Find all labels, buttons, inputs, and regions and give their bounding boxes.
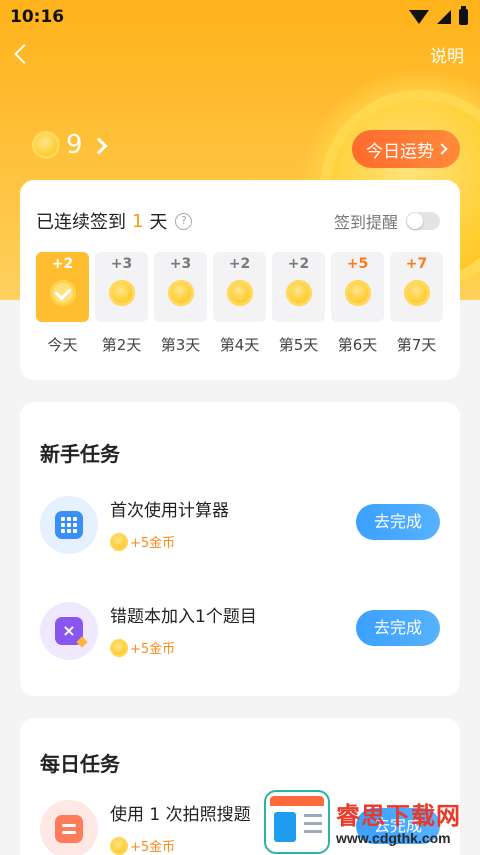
signin-day-amount: +2 xyxy=(228,256,251,272)
task-reward-text: +5金币 xyxy=(130,642,176,657)
task-reward: +5金币 xyxy=(110,532,175,551)
signin-day-box: +7 xyxy=(390,252,443,322)
signin-day: +3 第3天 xyxy=(154,252,207,355)
task-reward-text: +5金币 xyxy=(130,536,176,551)
signin-day-label: 第2天 xyxy=(101,336,142,354)
coin-icon xyxy=(110,532,128,551)
coin-balance[interactable]: 9 xyxy=(32,130,107,160)
fortune-button-label: 今日运势 xyxy=(366,141,434,162)
signin-day: +3 第2天 xyxy=(95,252,148,355)
coin-icon xyxy=(226,280,253,306)
signin-day-box: +2 xyxy=(213,252,266,322)
signin-day-box: +5 xyxy=(331,252,384,322)
coin-icon xyxy=(285,280,312,306)
signin-day-label: 第6天 xyxy=(337,336,378,354)
section-title: 新手任务 xyxy=(40,442,120,466)
coin-icon xyxy=(167,280,194,306)
newbie-tasks-card: 新手任务 首次使用计算器 +5金币 去完成 × 错题本加入1个题目 +5金币 去… xyxy=(20,402,460,696)
complete-task-button[interactable]: 去完成 xyxy=(356,504,440,540)
signin-day-box: +3 xyxy=(154,252,207,322)
signin-day: +2 今天 xyxy=(36,252,89,355)
coin-icon xyxy=(403,280,430,306)
signin-card: 已连续签到 1 天 ? 签到提醒 +2 今天 +3 第2天 +3 第3天 +2 第4天 +2 第5… xyxy=(20,180,460,380)
signin-day: +2 第4天 xyxy=(213,252,266,355)
signin-title-prefix: 已连续签到 xyxy=(36,212,126,233)
signin-days: +2 今天 +3 第2天 +3 第3天 +2 第4天 +2 第5天 +5 第6天 +7 第7天 xyxy=(20,234,460,355)
signin-day: +5 第6天 xyxy=(331,252,384,355)
signin-reminder: 签到提醒 xyxy=(334,209,440,233)
remind-label: 签到提醒 xyxy=(333,213,398,232)
nav-bar: 说明 xyxy=(0,36,480,72)
section-title: 每日任务 xyxy=(40,752,120,776)
chevron-right-icon xyxy=(93,138,107,152)
explain-button[interactable]: 说明 xyxy=(430,42,464,67)
signal-icon xyxy=(437,10,451,24)
coin-icon xyxy=(32,131,60,159)
signin-header: 已连续签到 1 天 ? 签到提醒 xyxy=(20,180,460,234)
coin-icon xyxy=(110,836,128,855)
signin-day-label: 第3天 xyxy=(160,336,201,354)
coin-icon xyxy=(110,638,128,657)
remind-toggle[interactable] xyxy=(406,212,440,230)
complete-task-button[interactable]: 去完成 xyxy=(356,610,440,646)
signin-day-label: 第7天 xyxy=(396,336,437,354)
signin-day-label: 第4天 xyxy=(219,336,260,354)
signin-day: +2 第5天 xyxy=(272,252,325,355)
task-name: 使用 1 次拍照搜题 xyxy=(110,805,251,825)
task-reward-text: +5金币 xyxy=(130,840,176,855)
signin-day-label: 今天 xyxy=(47,336,78,354)
signin-title-suffix: 天 xyxy=(149,212,168,233)
status-bar: 10:16 xyxy=(0,0,480,34)
status-time: 10:16 xyxy=(10,7,65,27)
watermark-logo xyxy=(266,792,328,852)
task-reward: +5金币 xyxy=(110,638,175,657)
signin-day-amount: +2 xyxy=(51,256,74,272)
wrong-question-book-icon: × xyxy=(40,602,98,660)
signin-day-box: +3 xyxy=(95,252,148,322)
coin-icon xyxy=(344,280,371,306)
back-icon[interactable] xyxy=(12,44,32,64)
fortune-button[interactable]: 今日运势 xyxy=(352,130,460,168)
coin-icon xyxy=(108,280,135,306)
signin-day-amount: +3 xyxy=(169,256,192,272)
task-item: 首次使用计算器 +5金币 去完成 xyxy=(20,496,460,566)
battery-icon xyxy=(459,6,468,25)
signin-day-amount: +2 xyxy=(287,256,310,272)
calculator-icon xyxy=(40,496,98,554)
chevron-right-icon xyxy=(438,144,448,154)
watermark-url: www.cdgthk.com xyxy=(336,830,451,846)
signin-day-label: 第5天 xyxy=(278,336,319,354)
coin-count: 9 xyxy=(66,130,83,160)
task-item: × 错题本加入1个题目 +5金币 去完成 xyxy=(20,602,460,672)
watermark-title: 睿思下载网 xyxy=(336,802,461,830)
photo-search-icon xyxy=(40,800,98,855)
signin-day-box: +2 xyxy=(272,252,325,322)
signin-title: 已连续签到 1 天 ? xyxy=(36,208,193,234)
signin-day-amount: +7 xyxy=(405,256,428,272)
signin-day: +7 第7天 xyxy=(390,252,443,355)
signin-day-amount: +3 xyxy=(110,256,133,272)
task-name: 错题本加入1个题目 xyxy=(110,607,257,627)
wifi-icon xyxy=(409,10,429,24)
status-icons xyxy=(409,6,468,25)
streak-days: 1 xyxy=(132,210,144,232)
watermark: 睿思下载网 www.cdgthk.com xyxy=(266,792,480,855)
checkmark-icon xyxy=(49,280,76,306)
signin-day-box: +2 xyxy=(36,252,89,322)
help-icon[interactable]: ? xyxy=(175,212,193,230)
task-reward: +5金币 xyxy=(110,836,175,855)
signin-day-amount: +5 xyxy=(346,256,369,272)
task-name: 首次使用计算器 xyxy=(110,501,229,521)
